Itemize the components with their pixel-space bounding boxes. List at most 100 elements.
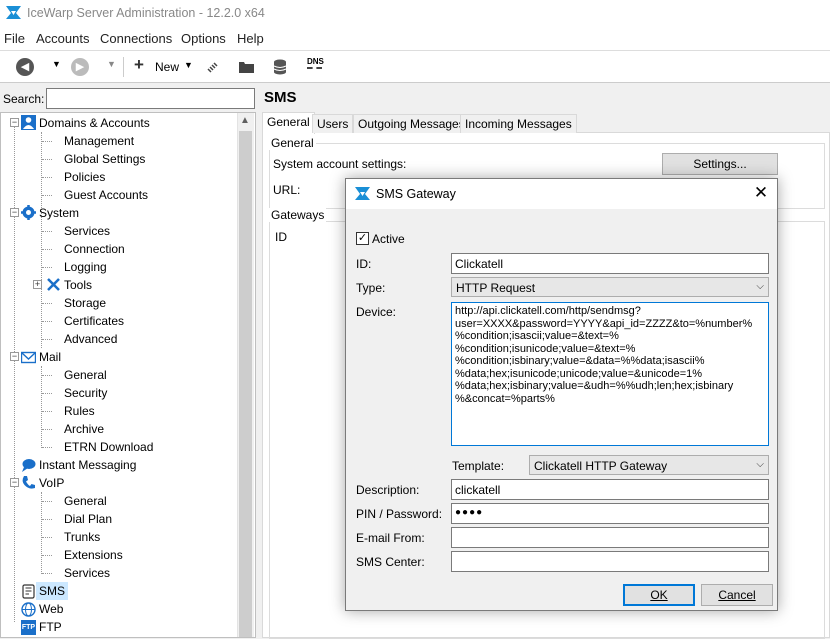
tab-outgoing-messages[interactable]: Outgoing Messages xyxy=(353,114,470,133)
description-field[interactable]: clickatell xyxy=(451,479,769,500)
scroll-up-icon[interactable]: ▲ xyxy=(240,115,250,126)
tree-connector xyxy=(42,249,52,250)
expander-tools[interactable]: + xyxy=(33,280,42,289)
tree-item-voip-general[interactable]: General xyxy=(64,492,107,510)
template-select[interactable]: Clickatell HTTP Gateway ⌵ xyxy=(529,455,769,475)
tree-connector xyxy=(42,303,52,304)
tree-item-mail[interactable]: Mail xyxy=(39,348,61,366)
tab-users[interactable]: Users xyxy=(312,114,354,133)
tree-item-etrn-download[interactable]: ETRN Download xyxy=(64,438,153,456)
search-input[interactable] xyxy=(46,88,255,109)
tree-connector xyxy=(42,339,52,340)
phone-icon xyxy=(22,476,35,489)
tree-item-archive[interactable]: Archive xyxy=(64,420,104,438)
dns-icon-underline xyxy=(307,67,322,73)
expander-mail[interactable]: − xyxy=(10,352,19,361)
tree-item-logging[interactable]: Logging xyxy=(64,258,107,276)
template-label: Template: xyxy=(452,459,505,473)
tab-general[interactable]: General xyxy=(262,112,315,134)
active-checkbox[interactable]: ✓ xyxy=(356,232,369,245)
tree-connector xyxy=(42,429,52,430)
window-title: IceWarp Server Administration - 12.2.0 x… xyxy=(27,6,265,20)
chat-bubble-icon xyxy=(22,459,36,472)
tree-scroll-thumb[interactable] xyxy=(239,131,252,637)
tree-item-tools[interactable]: Tools xyxy=(64,276,92,294)
gear-icon xyxy=(21,205,36,220)
tree-item-guest-accounts[interactable]: Guest Accounts xyxy=(64,186,148,204)
tree-item-advanced[interactable]: Advanced xyxy=(64,330,117,348)
tree-connector xyxy=(42,267,52,268)
cancel-button[interactable]: Cancel xyxy=(701,584,773,606)
id-field[interactable]: Clickatell xyxy=(451,253,769,274)
settings-button[interactable]: Settings... xyxy=(662,153,778,175)
menu-connections[interactable]: Connections xyxy=(100,31,172,46)
tree-item-sms[interactable]: SMS xyxy=(36,582,69,600)
template-select-value: Clickatell HTTP Gateway xyxy=(534,459,668,473)
menu-file[interactable]: File xyxy=(4,31,25,46)
menu-help[interactable]: Help xyxy=(237,31,264,46)
type-select[interactable]: HTTP Request ⌵ xyxy=(451,277,769,297)
dialog-logo-icon xyxy=(355,187,370,200)
tree-item-security[interactable]: Security xyxy=(64,384,107,402)
tree-connector xyxy=(41,132,42,348)
tree-item-connection[interactable]: Connection xyxy=(64,240,125,258)
tree-item-global-settings[interactable]: Global Settings xyxy=(64,150,145,168)
tree-item-extensions[interactable]: Extensions xyxy=(64,546,123,564)
tree-connector xyxy=(42,411,52,412)
tree-item-dial-plan[interactable]: Dial Plan xyxy=(64,510,112,528)
tree-item-system[interactable]: System xyxy=(39,204,79,222)
back-button[interactable]: ◀ xyxy=(16,58,34,76)
device-label: Device: xyxy=(356,305,397,319)
icewarp-logo-icon xyxy=(6,6,21,19)
tree-connector xyxy=(42,573,52,574)
pin-password-label: PIN / Password: xyxy=(356,507,443,521)
pin-password-field[interactable]: ●●●● xyxy=(451,503,769,524)
ok-button[interactable]: OK xyxy=(623,584,695,606)
tree-item-management[interactable]: Management xyxy=(64,132,134,150)
menu-options[interactable]: Options xyxy=(181,31,226,46)
link-icon[interactable] xyxy=(205,60,220,75)
tree-item-mail-general[interactable]: General xyxy=(64,366,107,384)
tree-connector xyxy=(42,519,52,520)
tree-item-ftp[interactable]: FTP xyxy=(39,618,62,636)
tree-item-domains-accounts[interactable]: Domains & Accounts xyxy=(39,114,150,132)
tree-connector xyxy=(42,375,52,376)
url-label: URL: xyxy=(273,183,301,197)
tree-item-web[interactable]: Web xyxy=(39,600,63,618)
tree-item-storage[interactable]: Storage xyxy=(64,294,106,312)
email-from-field[interactable] xyxy=(451,527,769,548)
device-textarea[interactable]: http://api.clickatell.com/http/sendmsg? … xyxy=(451,302,769,446)
tree-item-services[interactable]: Services xyxy=(64,222,110,240)
expander-system[interactable]: − xyxy=(10,208,19,217)
description-label: Description: xyxy=(356,483,420,497)
tree-item-rules[interactable]: Rules xyxy=(64,402,95,420)
expander-voip[interactable]: − xyxy=(10,478,19,487)
expander-domains[interactable]: − xyxy=(10,118,19,127)
chevron-down-icon: ⌵ xyxy=(756,459,764,470)
tree-item-certificates[interactable]: Certificates xyxy=(64,312,124,330)
database-icon[interactable] xyxy=(273,59,287,75)
plus-icon: + xyxy=(134,55,144,74)
tree-connector xyxy=(41,492,42,574)
tree-item-trunks[interactable]: Trunks xyxy=(64,528,100,546)
close-icon[interactable]: ✕ xyxy=(750,182,772,204)
page-title: SMS xyxy=(264,89,297,106)
sms-icon xyxy=(22,584,35,599)
sms-center-field[interactable] xyxy=(451,551,769,572)
menu-accounts[interactable]: Accounts xyxy=(36,31,89,46)
new-dropdown-icon[interactable]: ▼ xyxy=(184,60,193,70)
folder-icon[interactable] xyxy=(238,60,255,74)
users-icon xyxy=(21,115,36,130)
forward-button[interactable]: ▶ xyxy=(71,58,89,76)
back-dropdown-icon[interactable]: ▼ xyxy=(52,59,61,69)
id-label: ID: xyxy=(356,257,372,271)
tree-connector xyxy=(42,321,52,322)
tree-item-voip-services[interactable]: Services xyxy=(64,564,110,582)
tree-item-instant-messaging[interactable]: Instant Messaging xyxy=(39,456,136,474)
tree-item-voip[interactable]: VoIP xyxy=(39,474,64,492)
tree-item-policies[interactable]: Policies xyxy=(64,168,105,186)
tab-incoming-messages[interactable]: Incoming Messages xyxy=(460,114,577,133)
dns-icon[interactable]: DNS xyxy=(307,58,324,66)
forward-dropdown-icon[interactable]: ▼ xyxy=(107,59,116,69)
gateways-id-column[interactable]: ID xyxy=(275,230,287,244)
